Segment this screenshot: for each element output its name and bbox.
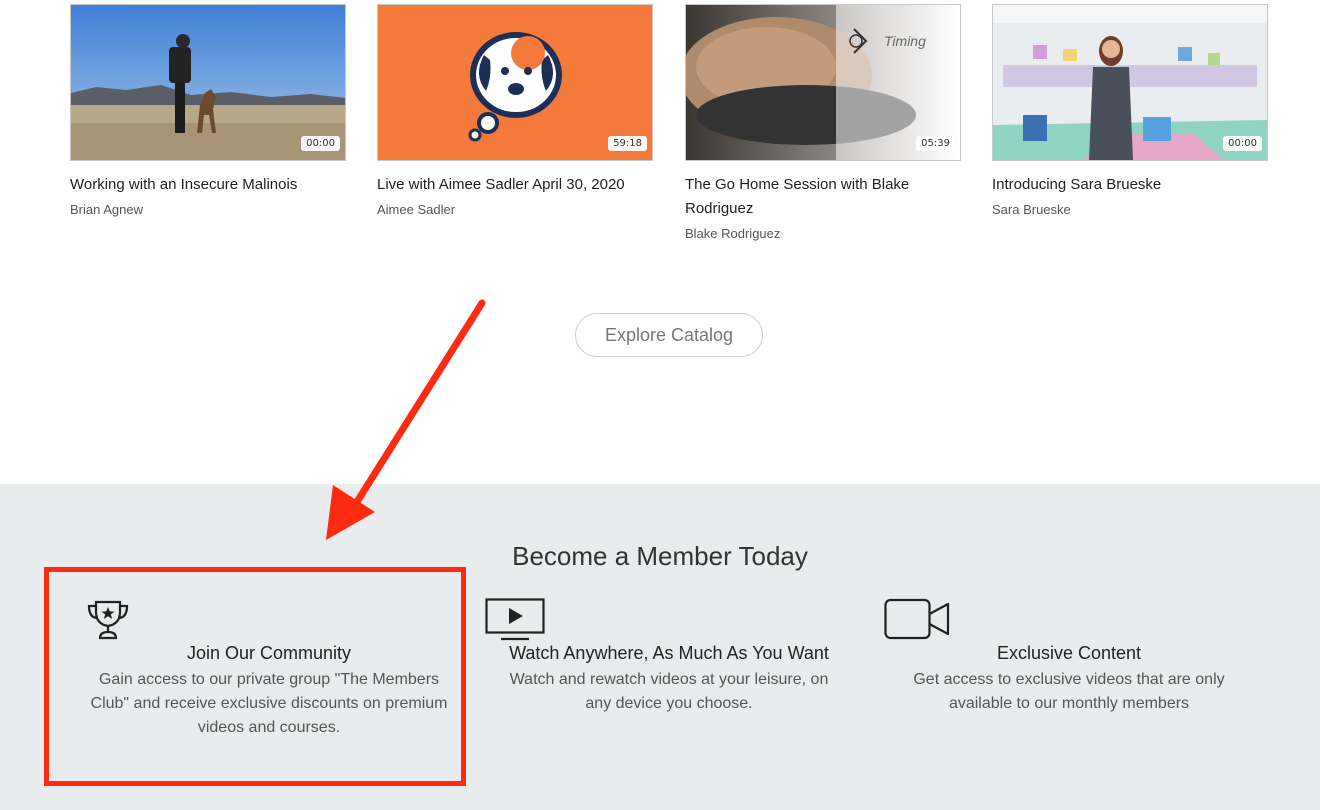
- tv-play-icon: [485, 598, 545, 647]
- video-thumbnail[interactable]: 59:18: [377, 4, 653, 161]
- feature-title: Watch Anywhere, As Much As You Want: [509, 643, 829, 663]
- video-author: Brian Agnew: [70, 202, 143, 217]
- video-thumbnail[interactable]: 00:00: [70, 4, 346, 161]
- feature-description: Watch and rewatch videos at your leisure…: [509, 671, 829, 712]
- video-card[interactable]: 59:18 Live with Aimee Sadler April 30, 2…: [377, 4, 653, 217]
- video-duration: 00:00: [301, 136, 340, 151]
- video-duration: 00:00: [1223, 136, 1262, 151]
- red-highlight-box: [44, 567, 466, 786]
- video-thumbnail[interactable]: Timing 05:39: [685, 4, 961, 161]
- video-author: Sara Brueske: [992, 202, 1071, 217]
- video-card[interactable]: 00:00 Introducing Sara Brueske Sara Brue…: [992, 4, 1268, 217]
- video-author: Aimee Sadler: [377, 202, 456, 217]
- video-duration: 05:39: [916, 136, 955, 151]
- video-duration: 59:18: [608, 136, 647, 151]
- video-title[interactable]: Introducing Sara Brueske: [992, 173, 1262, 197]
- video-camera-icon: [884, 598, 952, 647]
- video-card[interactable]: Timing 05:39 The Go Home Session with Bl…: [685, 4, 961, 241]
- video-title[interactable]: Live with Aimee Sadler April 30, 2020: [377, 173, 647, 197]
- video-title[interactable]: Working with an Insecure Malinois: [70, 173, 340, 197]
- feature-title: Exclusive Content: [996, 643, 1142, 663]
- video-title[interactable]: The Go Home Session with Blake Rodriguez: [685, 173, 955, 221]
- thumbnail-overlay-label: Timing: [884, 33, 926, 49]
- video-author: Blake Rodriguez: [685, 226, 781, 241]
- video-section: 00:00 Working with an Insecure Malinois …: [0, 0, 1320, 484]
- explore-catalog-button[interactable]: Explore Catalog: [575, 313, 763, 357]
- video-card[interactable]: 00:00 Working with an Insecure Malinois …: [70, 4, 346, 217]
- feature-description: Get access to exclusive videos that are …: [913, 671, 1225, 712]
- feature-watch-anywhere: Watch Anywhere, As Much As You Want Watc…: [479, 643, 859, 716]
- feature-exclusive-content: Exclusive Content Get access to exclusiv…: [879, 643, 1259, 716]
- video-thumbnail[interactable]: 00:00: [992, 4, 1268, 161]
